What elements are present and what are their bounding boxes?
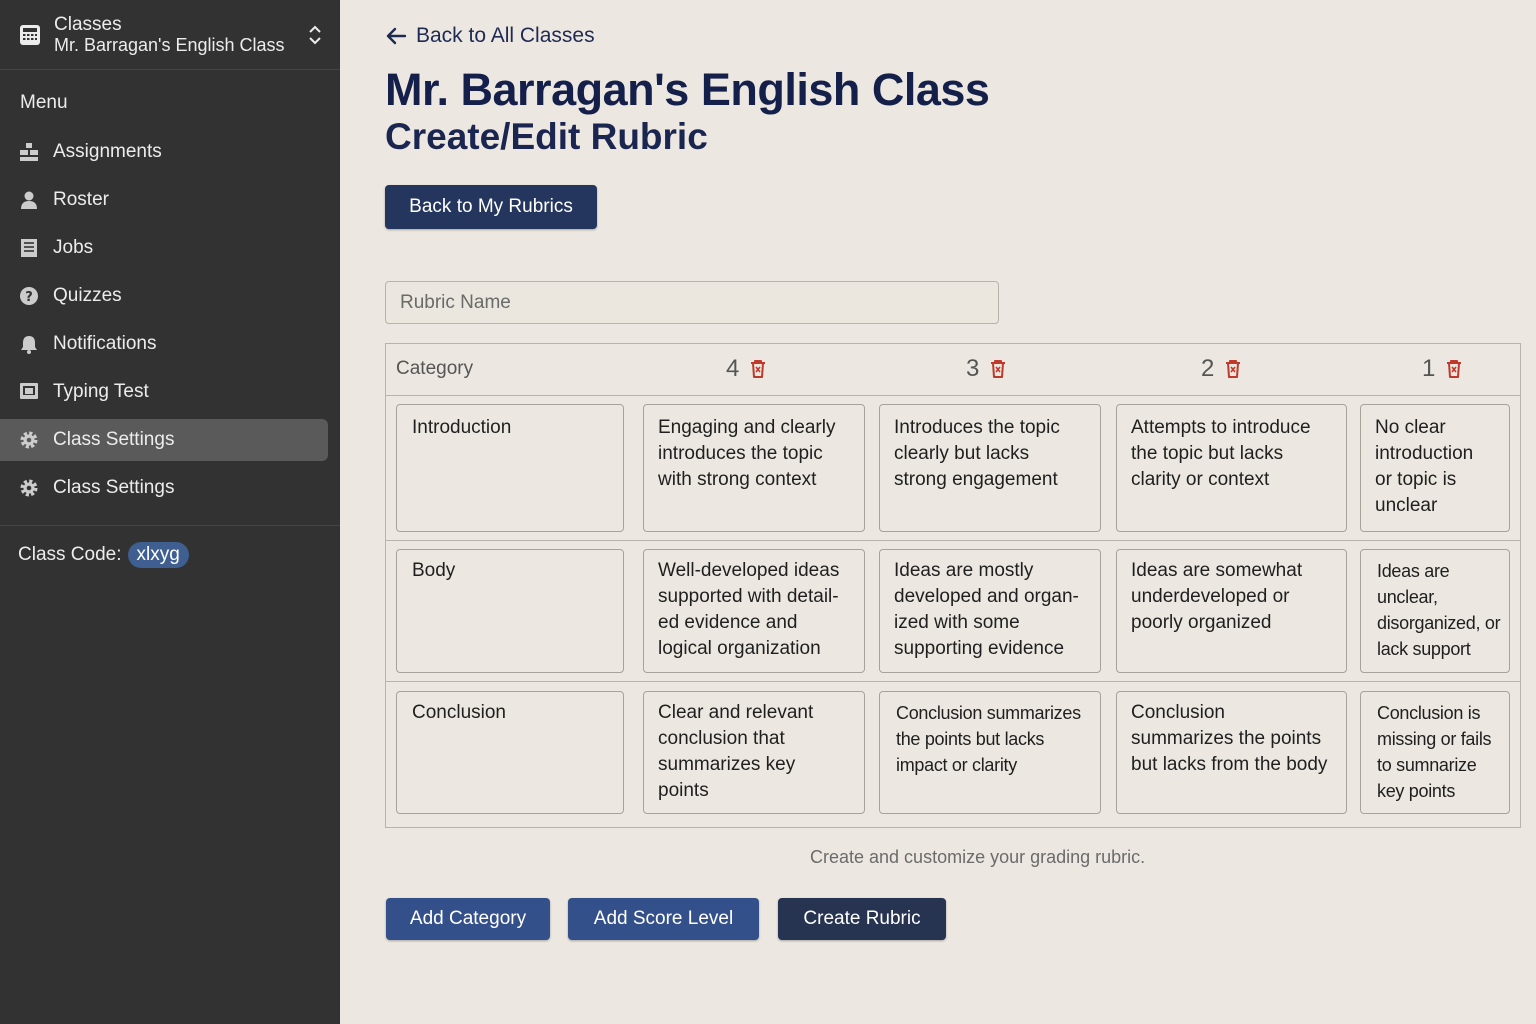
descriptor-cell[interactable]: Well-developed ideas supported with deta… bbox=[643, 549, 865, 673]
bell-icon bbox=[18, 333, 40, 355]
score-level-header: 4 bbox=[726, 355, 767, 383]
sidebar-item-class-settings-active[interactable]: Class Settings bbox=[0, 419, 328, 461]
sidebar-item-label: Class Settings bbox=[53, 477, 175, 498]
descriptor-cell[interactable]: Conclusion summarizes the points but lac… bbox=[1116, 691, 1347, 814]
descriptor-cell[interactable]: Engaging and clearly introduces the topi… bbox=[643, 404, 865, 532]
sidebar-item-label: Jobs bbox=[53, 237, 94, 258]
score-level-header: 2 bbox=[1201, 355, 1242, 383]
rubric-name-input[interactable] bbox=[385, 281, 999, 324]
sidebar-item-label: Quizzes bbox=[53, 285, 122, 306]
sidebar-item-label: Assignments bbox=[53, 141, 162, 162]
sidebar-item-label: Class Settings bbox=[53, 429, 175, 450]
question-icon: ? bbox=[18, 285, 40, 307]
rubric-table: Category 4 3 2 1 Introduction Engaging a… bbox=[385, 343, 1521, 828]
rubric-row: Body Well-developed ideas supported with… bbox=[386, 541, 1520, 682]
category-cell[interactable]: Introduction bbox=[396, 404, 624, 532]
rubric-row: Introduction Engaging and clearly introd… bbox=[386, 396, 1520, 541]
sidebar-item-roster[interactable]: Roster bbox=[0, 176, 340, 224]
sidebar-item-label: Notifications bbox=[53, 333, 157, 354]
menu-label: Menu bbox=[20, 92, 68, 113]
descriptor-cell[interactable]: Ideas are mostly developed and organ-ize… bbox=[879, 549, 1101, 673]
descriptor-cell[interactable]: Clear and relevant conclusion that summa… bbox=[643, 691, 865, 814]
sidebar-item-label: Roster bbox=[53, 189, 109, 210]
helper-text: Create and customize your grading rubric… bbox=[810, 847, 1146, 867]
add-category-button[interactable]: Add Category bbox=[386, 898, 550, 940]
sidebar-item-quizzes[interactable]: ? Quizzes bbox=[0, 272, 340, 320]
descriptor-cell[interactable]: Attempts to introduce the topic but lack… bbox=[1116, 404, 1347, 532]
trash-icon[interactable] bbox=[1445, 359, 1463, 379]
sidebar: Classes Mr. Barragan's English Class Men… bbox=[0, 0, 340, 1024]
trash-icon[interactable] bbox=[989, 359, 1007, 379]
score-level-value: 2 bbox=[1201, 355, 1215, 382]
score-level-value: 4 bbox=[726, 355, 740, 382]
page-title: Mr. Barragan's English Class bbox=[385, 64, 990, 115]
create-rubric-button[interactable]: Create Rubric bbox=[778, 898, 946, 940]
back-to-all-classes-link[interactable]: Back to All Classes bbox=[385, 24, 595, 48]
descriptor-cell[interactable]: Introduces the topic clearly but lacks s… bbox=[879, 404, 1101, 532]
sidebar-item-label: Typing Test bbox=[53, 381, 149, 402]
monitor-icon bbox=[18, 381, 40, 403]
sidebar-nav: Assignments Roster Jobs ? Quizzes Notifi… bbox=[0, 128, 340, 512]
switcher-label: Classes bbox=[54, 13, 122, 35]
calculator-icon bbox=[20, 24, 40, 45]
class-switcher[interactable]: Classes Mr. Barragan's English Class bbox=[0, 0, 340, 70]
sidebar-item-assignments[interactable]: Assignments bbox=[0, 128, 340, 176]
rubric-row: Conclusion Clear and relevant conclusion… bbox=[386, 682, 1520, 827]
score-level-header: 1 bbox=[1422, 355, 1463, 383]
sidebar-item-notifications[interactable]: Notifications bbox=[0, 320, 340, 368]
back-to-my-rubrics-button[interactable]: Back to My Rubrics bbox=[385, 185, 597, 229]
sidebar-item-jobs[interactable]: Jobs bbox=[0, 224, 340, 272]
arrow-left-icon bbox=[386, 27, 407, 45]
rubric-header: Category 4 3 2 1 bbox=[386, 344, 1520, 396]
descriptor-cell[interactable]: No clear introduction or topic is unclea… bbox=[1360, 404, 1510, 532]
sidebar-item-typing-test[interactable]: Typing Test bbox=[0, 368, 340, 416]
gear-icon bbox=[18, 429, 40, 451]
descriptor-cell[interactable]: Conclusion is missing or fails to sumnar… bbox=[1360, 691, 1510, 814]
chevron-up-down-icon[interactable] bbox=[306, 23, 324, 47]
sidebar-item-class-settings[interactable]: Class Settings bbox=[0, 464, 340, 512]
category-cell[interactable]: Body bbox=[396, 549, 624, 673]
main-content: Back to All Classes Mr. Barragan's Engli… bbox=[340, 0, 1536, 1024]
category-header: Category bbox=[396, 358, 474, 379]
score-level-header: 3 bbox=[966, 355, 1007, 383]
category-cell[interactable]: Conclusion bbox=[396, 691, 624, 814]
descriptor-cell[interactable]: Ideas are somewhat underdeveloped or poo… bbox=[1116, 549, 1347, 673]
gear-icon bbox=[18, 477, 40, 499]
score-level-value: 3 bbox=[966, 355, 980, 382]
class-code-badge[interactable]: xlxyg bbox=[127, 542, 189, 568]
trash-icon[interactable] bbox=[749, 359, 767, 379]
descriptor-cell[interactable]: Ideas are unclear, disorganized, or lack… bbox=[1360, 549, 1510, 673]
class-code-label: Class Code: bbox=[18, 544, 122, 565]
svg-text:?: ? bbox=[25, 290, 33, 305]
add-score-level-button[interactable]: Add Score Level bbox=[568, 898, 759, 940]
trash-icon[interactable] bbox=[1224, 359, 1242, 379]
person-icon bbox=[18, 189, 40, 211]
assignments-icon bbox=[18, 141, 40, 163]
sidebar-divider bbox=[0, 525, 340, 526]
score-level-value: 1 bbox=[1422, 355, 1436, 382]
page-subtitle: Create/Edit Rubric bbox=[385, 116, 708, 157]
descriptor-cell[interactable]: Conclusion summarizes the points but lac… bbox=[879, 691, 1101, 814]
list-icon bbox=[18, 237, 40, 259]
class-code: Class Code: xlxyg bbox=[18, 542, 189, 568]
switcher-class-name: Mr. Barragan's English Class bbox=[54, 34, 285, 55]
back-link-label: Back to All Classes bbox=[416, 24, 595, 47]
